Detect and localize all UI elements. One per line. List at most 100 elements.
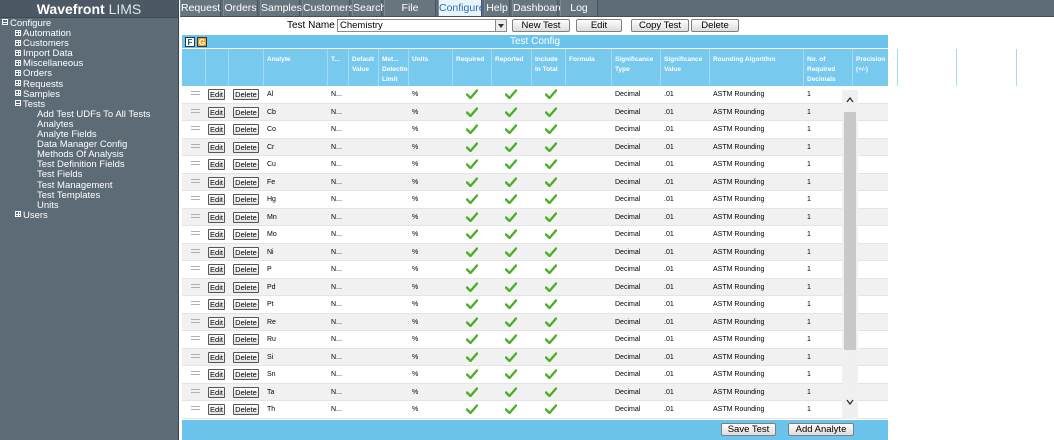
checkmark-icon[interactable] [465, 106, 479, 117]
row-delete-button[interactable]: Delete [233, 229, 259, 240]
checkmark-icon[interactable] [504, 211, 518, 222]
row-edit-button[interactable]: Edit [208, 246, 225, 258]
delete-test-button[interactable]: Delete [691, 19, 739, 32]
drag-handle-icon[interactable] [191, 108, 200, 116]
tree-item-test-definition-fields[interactable]: Test Definition Fields [0, 160, 178, 170]
checkmark-icon[interactable] [544, 264, 558, 275]
checkmark-icon[interactable] [504, 386, 518, 397]
row-delete-button[interactable]: Delete [233, 386, 259, 398]
column-header[interactable]: Precision (+/-) [853, 49, 898, 86]
tree-item-orders[interactable]: Orders [0, 69, 178, 79]
checkmark-icon[interactable] [465, 159, 479, 170]
expand-icon[interactable] [15, 39, 21, 46]
row-edit-button[interactable]: Edit [208, 89, 225, 100]
column-header[interactable]: Significance Value [661, 49, 710, 86]
row-delete-button[interactable]: Delete [233, 176, 259, 188]
checkmark-icon[interactable] [465, 194, 479, 205]
tree-item-test-templates[interactable]: Test Templates [0, 191, 178, 201]
tree-item-users[interactable]: Users [0, 211, 178, 221]
row-delete-button[interactable]: Delete [233, 404, 259, 415]
row-edit-button[interactable]: Edit [208, 299, 225, 310]
checkmark-icon[interactable] [465, 299, 479, 310]
row-edit-button[interactable]: Edit [208, 159, 225, 170]
checkmark-icon[interactable] [544, 316, 558, 327]
drag-handle-icon[interactable] [191, 353, 200, 361]
drag-handle-icon[interactable] [191, 388, 200, 396]
nav-tab-customers[interactable]: Customers [302, 0, 354, 16]
tree-item-requests[interactable]: Requests [0, 80, 178, 90]
checkmark-icon[interactable] [544, 281, 558, 292]
column-header[interactable]: Units [409, 49, 453, 86]
row-delete-button[interactable]: Delete [233, 334, 259, 345]
drag-handle-icon[interactable] [191, 266, 200, 273]
expand-icon[interactable] [15, 211, 21, 218]
row-edit-button[interactable]: Edit [208, 194, 225, 205]
checkmark-icon[interactable] [465, 229, 479, 240]
checkmark-icon[interactable] [504, 229, 518, 240]
grid-scrollbar[interactable] [842, 90, 858, 419]
checkmark-icon[interactable] [504, 281, 518, 292]
nav-tab-search[interactable]: Search [352, 0, 386, 16]
collapse-icon[interactable] [2, 19, 8, 26]
checkmark-icon[interactable] [465, 281, 479, 292]
nav-tab-file-search[interactable]: File Search [384, 0, 436, 30]
column-header[interactable]: T... [328, 49, 349, 86]
checkmark-icon[interactable] [504, 404, 518, 415]
row-delete-button[interactable]: Delete [233, 369, 259, 380]
expand-icon[interactable] [15, 59, 21, 66]
checkmark-icon[interactable] [544, 194, 558, 205]
row-delete-button[interactable]: Delete [233, 246, 259, 258]
checkmark-icon[interactable] [504, 264, 518, 275]
checkmark-icon[interactable] [465, 176, 479, 187]
checkmark-icon[interactable] [504, 369, 518, 380]
row-edit-button[interactable]: Edit [208, 316, 225, 328]
checkmark-icon[interactable] [504, 194, 518, 205]
row-edit-button[interactable]: Edit [208, 369, 225, 380]
tree-item-methods-of-analysis[interactable]: Methods Of Analysis [0, 150, 178, 160]
row-edit-button[interactable]: Edit [208, 404, 225, 415]
tree-item-automation[interactable]: Automation [0, 29, 178, 39]
drag-handle-icon[interactable] [191, 143, 200, 151]
row-delete-button[interactable]: Delete [233, 89, 259, 100]
column-header[interactable]: Include In Total [532, 49, 566, 86]
tree-item-miscellaneous[interactable]: Miscellaneous [0, 59, 178, 69]
tree-item-configure[interactable]: Configure [0, 19, 178, 29]
column-header[interactable]: Met... Detectio Limit [379, 49, 409, 86]
checkmark-icon[interactable] [504, 334, 518, 345]
drag-handle-icon[interactable] [191, 318, 200, 326]
tree-item-test-fields[interactable]: Test Fields [0, 170, 178, 180]
row-edit-button[interactable]: Edit [208, 334, 225, 345]
drag-handle-icon[interactable] [191, 231, 200, 238]
checkmark-icon[interactable] [544, 246, 558, 257]
row-delete-button[interactable]: Delete [233, 194, 259, 205]
save-test-button[interactable]: Save Test [721, 423, 776, 436]
drag-handle-icon[interactable] [191, 406, 200, 413]
checkmark-icon[interactable] [544, 159, 558, 170]
edit-test-button[interactable]: Edit [576, 19, 622, 32]
tree-item-samples[interactable]: Samples [0, 90, 178, 100]
checkmark-icon[interactable] [504, 124, 518, 135]
expand-icon[interactable] [15, 80, 21, 87]
row-edit-button[interactable]: Edit [208, 281, 225, 293]
nav-tab-orders[interactable]: Orders [223, 0, 258, 16]
column-header[interactable]: Formula [566, 49, 612, 86]
add-analyte-button[interactable]: Add Analyte [788, 423, 854, 436]
checkmark-icon[interactable] [504, 176, 518, 187]
test-name-select[interactable]: Chemistry [337, 19, 507, 32]
column-header[interactable]: Significance Type [612, 49, 661, 86]
tree-item-import-data[interactable]: Import Data [0, 49, 178, 59]
checkmark-icon[interactable] [544, 89, 558, 100]
row-delete-button[interactable]: Delete [233, 264, 259, 275]
expand-icon[interactable] [15, 90, 21, 97]
scrollbar-thumb[interactable] [844, 112, 856, 350]
tree-item-data-manager-config[interactable]: Data Manager Config [0, 140, 178, 150]
checkmark-icon[interactable] [544, 211, 558, 222]
new-test-button[interactable]: New Test [512, 19, 570, 32]
checkmark-icon[interactable] [465, 264, 479, 275]
checkmark-icon[interactable] [504, 351, 518, 362]
tree-item-customers[interactable]: Customers [0, 39, 178, 49]
row-delete-button[interactable]: Delete [233, 316, 259, 328]
row-delete-button[interactable]: Delete [233, 124, 259, 135]
row-edit-button[interactable]: Edit [208, 264, 225, 275]
checkmark-icon[interactable] [465, 334, 479, 345]
